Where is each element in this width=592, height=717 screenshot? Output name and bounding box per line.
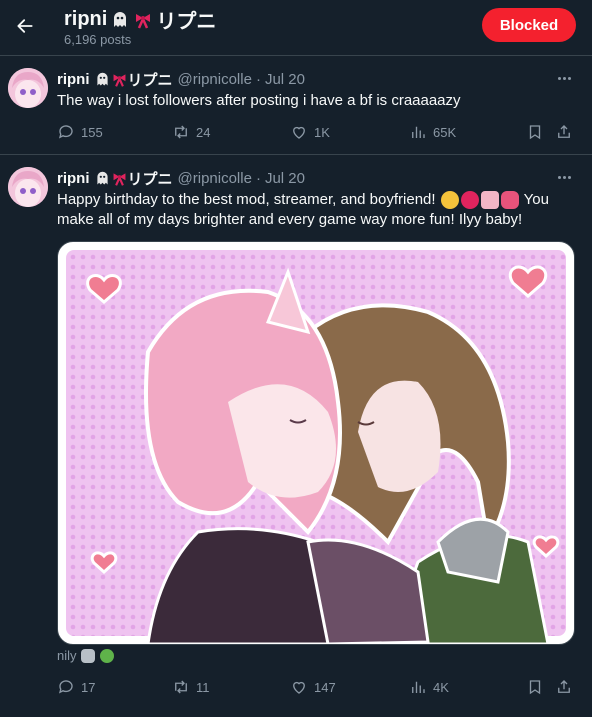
heart-ribbon-emoji-icon bbox=[500, 191, 519, 210]
profile-name: ripni リプニ bbox=[64, 5, 216, 34]
avatar[interactable] bbox=[8, 68, 48, 108]
author-handle[interactable]: @ripnicolle bbox=[178, 71, 252, 88]
illustration-image bbox=[66, 250, 566, 644]
repost-button[interactable]: 24 bbox=[172, 123, 210, 141]
share-button[interactable] bbox=[555, 678, 573, 696]
views-button[interactable]: 65K bbox=[409, 123, 456, 141]
arrow-left-icon bbox=[17, 19, 33, 33]
like-count: 147 bbox=[314, 679, 336, 695]
heart-icon bbox=[293, 681, 305, 694]
tweet-date[interactable]: Jul 20 bbox=[265, 170, 305, 187]
hearts-emoji-icon bbox=[460, 191, 479, 210]
party-face-emoji-icon bbox=[440, 191, 459, 210]
author-name-suffix: リプニ bbox=[127, 72, 173, 89]
more-horizontal-icon bbox=[557, 76, 571, 80]
views-icon bbox=[412, 126, 425, 138]
reply-icon bbox=[58, 125, 73, 139]
reply-count: 17 bbox=[81, 679, 96, 695]
author-name-suffix: リプニ bbox=[127, 171, 173, 188]
crossed-swords-emoji-icon bbox=[80, 648, 95, 663]
tweet[interactable]: ripni リプニ @ripnicolle · Jul 20 Happy bir… bbox=[0, 155, 592, 717]
back-button[interactable] bbox=[8, 9, 42, 43]
ghost-emoji-icon bbox=[96, 72, 108, 86]
share-button[interactable] bbox=[555, 123, 573, 141]
ribbon-emoji-icon bbox=[136, 13, 151, 29]
views-icon bbox=[412, 681, 425, 693]
profile-name-text: ripni bbox=[64, 8, 108, 30]
repost-count: 11 bbox=[196, 679, 210, 695]
post-count: 6,196 posts bbox=[64, 32, 132, 47]
views-count: 4K bbox=[433, 679, 449, 695]
author-name[interactable]: ripni bbox=[57, 170, 90, 187]
reply-count: 155 bbox=[81, 124, 103, 140]
views-button[interactable]: 4K bbox=[409, 678, 449, 696]
tweet-header: ripni リプニ @ripnicolle · Jul 20 bbox=[57, 168, 305, 189]
tweet-date[interactable]: Jul 20 bbox=[265, 71, 305, 88]
repost-button[interactable]: 11 bbox=[172, 678, 210, 696]
caption-text: nily bbox=[57, 648, 77, 663]
like-button[interactable]: 1K bbox=[290, 123, 330, 141]
like-count: 1K bbox=[314, 124, 330, 140]
author-handle[interactable]: @ripnicolle bbox=[178, 170, 252, 187]
ghost-emoji-icon bbox=[114, 11, 127, 27]
tweet-header: ripni リプニ @ripnicolle · Jul 20 bbox=[57, 69, 305, 90]
tweet-text: The way i lost followers after posting i… bbox=[57, 92, 461, 109]
ribbon-emoji-icon bbox=[113, 74, 125, 87]
repost-icon bbox=[175, 125, 187, 139]
bookmark-button[interactable] bbox=[526, 123, 544, 141]
tweet-image[interactable] bbox=[57, 241, 575, 645]
tweet-text-part1: Happy birthday to the best mod, streamer… bbox=[57, 191, 436, 208]
tweet-actions: 17 11 147 4K bbox=[57, 678, 579, 698]
more-horizontal-icon bbox=[557, 175, 571, 179]
herb-emoji-icon bbox=[99, 648, 114, 663]
image-caption: nily bbox=[57, 648, 115, 663]
avatar[interactable] bbox=[8, 167, 48, 207]
birthday-cake-emoji-icon bbox=[480, 191, 499, 210]
separator-dot: · bbox=[255, 170, 261, 187]
profile-name-suffix: リプニ bbox=[156, 11, 217, 33]
reply-icon bbox=[58, 680, 73, 694]
reply-button[interactable]: 17 bbox=[57, 678, 95, 696]
views-count: 65K bbox=[433, 124, 457, 140]
more-button[interactable] bbox=[554, 167, 574, 187]
author-name[interactable]: ripni bbox=[57, 71, 90, 88]
separator-dot: · bbox=[255, 71, 261, 88]
heart-icon bbox=[293, 126, 305, 139]
bookmark-icon bbox=[529, 125, 541, 140]
share-icon bbox=[558, 680, 570, 693]
tweet-actions: 155 24 1K 65K bbox=[57, 123, 579, 143]
reply-button[interactable]: 155 bbox=[57, 123, 103, 141]
tweet[interactable]: ripni リプニ @ripnicolle · Jul 20 The way i… bbox=[0, 56, 592, 155]
like-button[interactable]: 147 bbox=[290, 678, 336, 696]
bookmark-button[interactable] bbox=[526, 678, 544, 696]
tweet-text: Happy birthday to the best mod, streamer… bbox=[57, 190, 577, 230]
repost-count: 24 bbox=[196, 124, 211, 140]
bookmark-icon bbox=[529, 680, 541, 695]
ghost-emoji-icon bbox=[96, 171, 108, 185]
ribbon-emoji-icon bbox=[113, 173, 125, 186]
share-icon bbox=[558, 125, 570, 138]
blocked-button[interactable]: Blocked bbox=[482, 8, 576, 42]
profile-header: ripni リプニ 6,196 posts Blocked bbox=[0, 0, 592, 56]
repost-icon bbox=[175, 680, 187, 694]
more-button[interactable] bbox=[554, 68, 574, 88]
